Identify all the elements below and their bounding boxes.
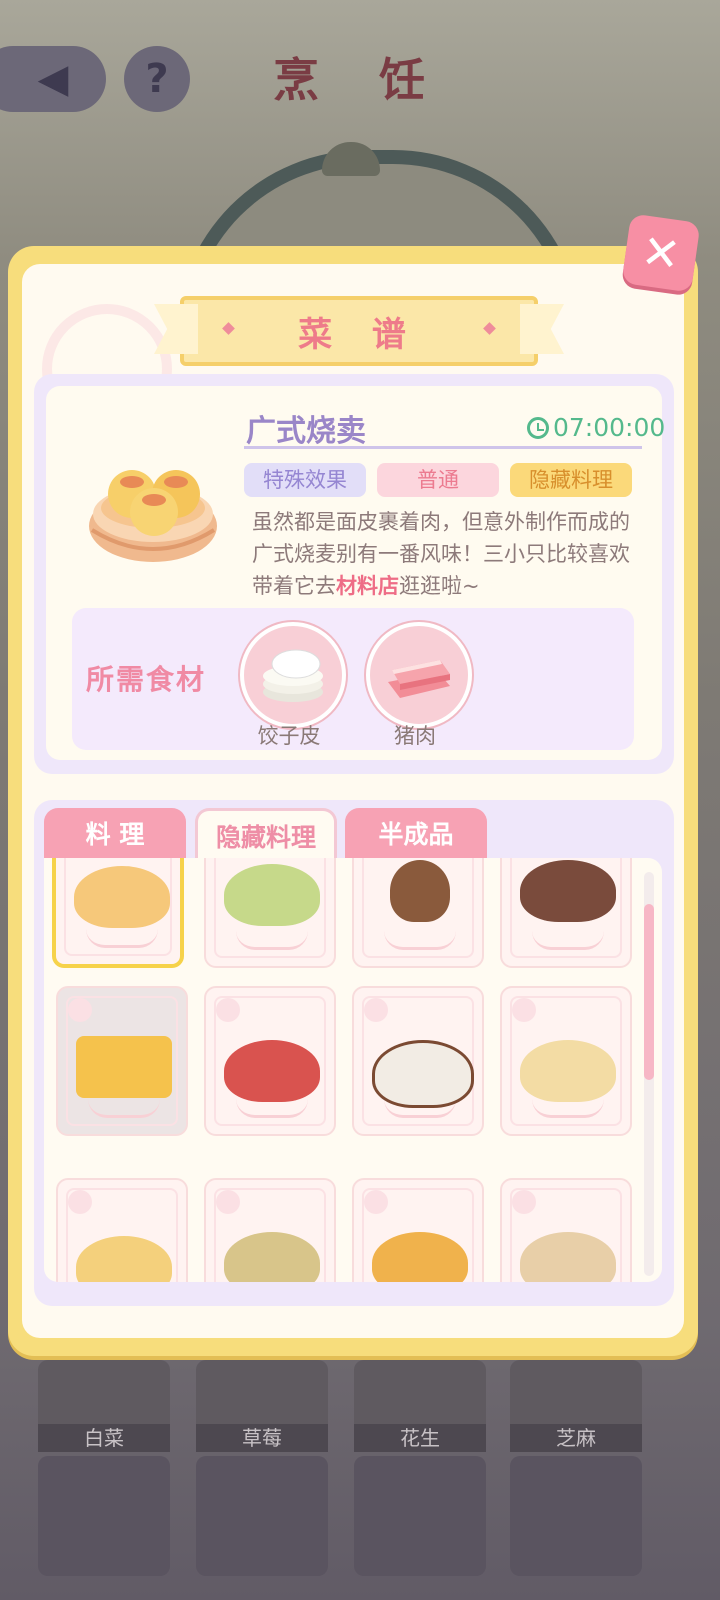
recipe-card-fruit-cake[interactable] (500, 858, 632, 968)
bg-bowl-icon (354, 1456, 486, 1576)
bg-ingredient-cell: 芝麻 (510, 1360, 642, 1452)
sundae-icon (390, 860, 450, 922)
clock-icon (527, 416, 549, 439)
recipe-card-salad-platter[interactable] (500, 1178, 632, 1282)
dish-name: 广式烧卖 (246, 414, 366, 449)
ingredients-title: 所需食材 (86, 663, 207, 696)
steamed-bun-icon (224, 864, 320, 926)
dumpling-wrapper-icon (263, 649, 323, 702)
taco-platter-icon (520, 1040, 616, 1102)
ingredient-pork[interactable] (366, 622, 472, 728)
ingredient-label: 猪肉 (394, 724, 436, 748)
recipe-card-pizza[interactable] (352, 1178, 484, 1282)
pork-icon (388, 660, 450, 698)
tab-semi-finished[interactable]: 半成品 (345, 808, 487, 862)
sandwich-icon (76, 1036, 172, 1098)
name-divider (244, 446, 642, 449)
scrollbar-thumb[interactable] (644, 904, 654, 1080)
ingredient-label: 饺子皮 (257, 724, 321, 748)
sausage-platter-icon (224, 1040, 320, 1102)
recipe-card-mochi-cake[interactable] (204, 1178, 336, 1282)
recipe-grid (44, 858, 662, 1282)
dish-description: 虽然都是面皮裹着肉，但意外制作而成的广式烧麦别有一番风味！三小只比较喜欢带着它去… (252, 506, 638, 602)
material-shop-link[interactable]: 材料店 (336, 574, 399, 598)
chocolate-pudding-icon (372, 1040, 474, 1108)
recipe-card-steamed-bun[interactable] (204, 858, 336, 968)
recipe-card-sandwich[interactable] (56, 986, 188, 1136)
recipe-card-shumai[interactable] (52, 858, 184, 968)
ingredient-dumpling-wrapper[interactable] (240, 622, 346, 728)
bg-ingredient-cell: 白菜 (38, 1360, 170, 1452)
shumai-icon (74, 866, 170, 928)
shumai-dish-icon (89, 470, 217, 562)
bg-water-bottle-icon (196, 1456, 328, 1576)
tag-normal: 普通 (377, 463, 499, 497)
ribbon-dot-icon (483, 322, 496, 335)
tag-hidden-dish: 隐藏料理 (510, 463, 632, 497)
bg-ingredient-label: 花生 (354, 1424, 486, 1452)
tag-special-effect: 特殊效果 (244, 463, 366, 497)
screen-title: 烹 饪 (272, 53, 447, 107)
bg-ingredient-cell: 草莓 (196, 1360, 328, 1452)
bg-ingredient-label: 芝麻 (510, 1424, 642, 1452)
recipe-card-taco-platter[interactable] (500, 986, 632, 1136)
bg-ingredient-label: 草莓 (196, 1424, 328, 1452)
description-text-end: 逛逛啦~ (399, 574, 480, 598)
recipe-card-chocolate-pudding[interactable] (352, 986, 484, 1136)
bg-ingredient-cell: 花生 (354, 1360, 486, 1452)
recipe-card-sundae[interactable] (352, 858, 484, 968)
recipe-title-ribbon: 菜 谱 (180, 296, 538, 366)
bg-ingredient-label: 白菜 (38, 1424, 170, 1452)
recipe-title: 菜 谱 (298, 314, 420, 355)
recipe-card-egg-toast[interactable] (56, 1178, 188, 1282)
tab-dishes[interactable]: 料 理 (44, 808, 186, 862)
bg-snack-bag-icon (38, 1456, 170, 1576)
cook-time-value: 07:00:00 (553, 413, 666, 442)
cook-time: 07:00:00 (527, 413, 665, 442)
close-button[interactable]: ✕ (621, 213, 701, 293)
tab-hidden-dishes[interactable]: 隐藏料理 (195, 808, 337, 862)
ribbon-dot-icon (222, 322, 235, 335)
bg-cheese-icon (510, 1456, 642, 1576)
recipe-card-sausage-platter[interactable] (204, 986, 336, 1136)
fruit-cake-icon (520, 860, 616, 922)
